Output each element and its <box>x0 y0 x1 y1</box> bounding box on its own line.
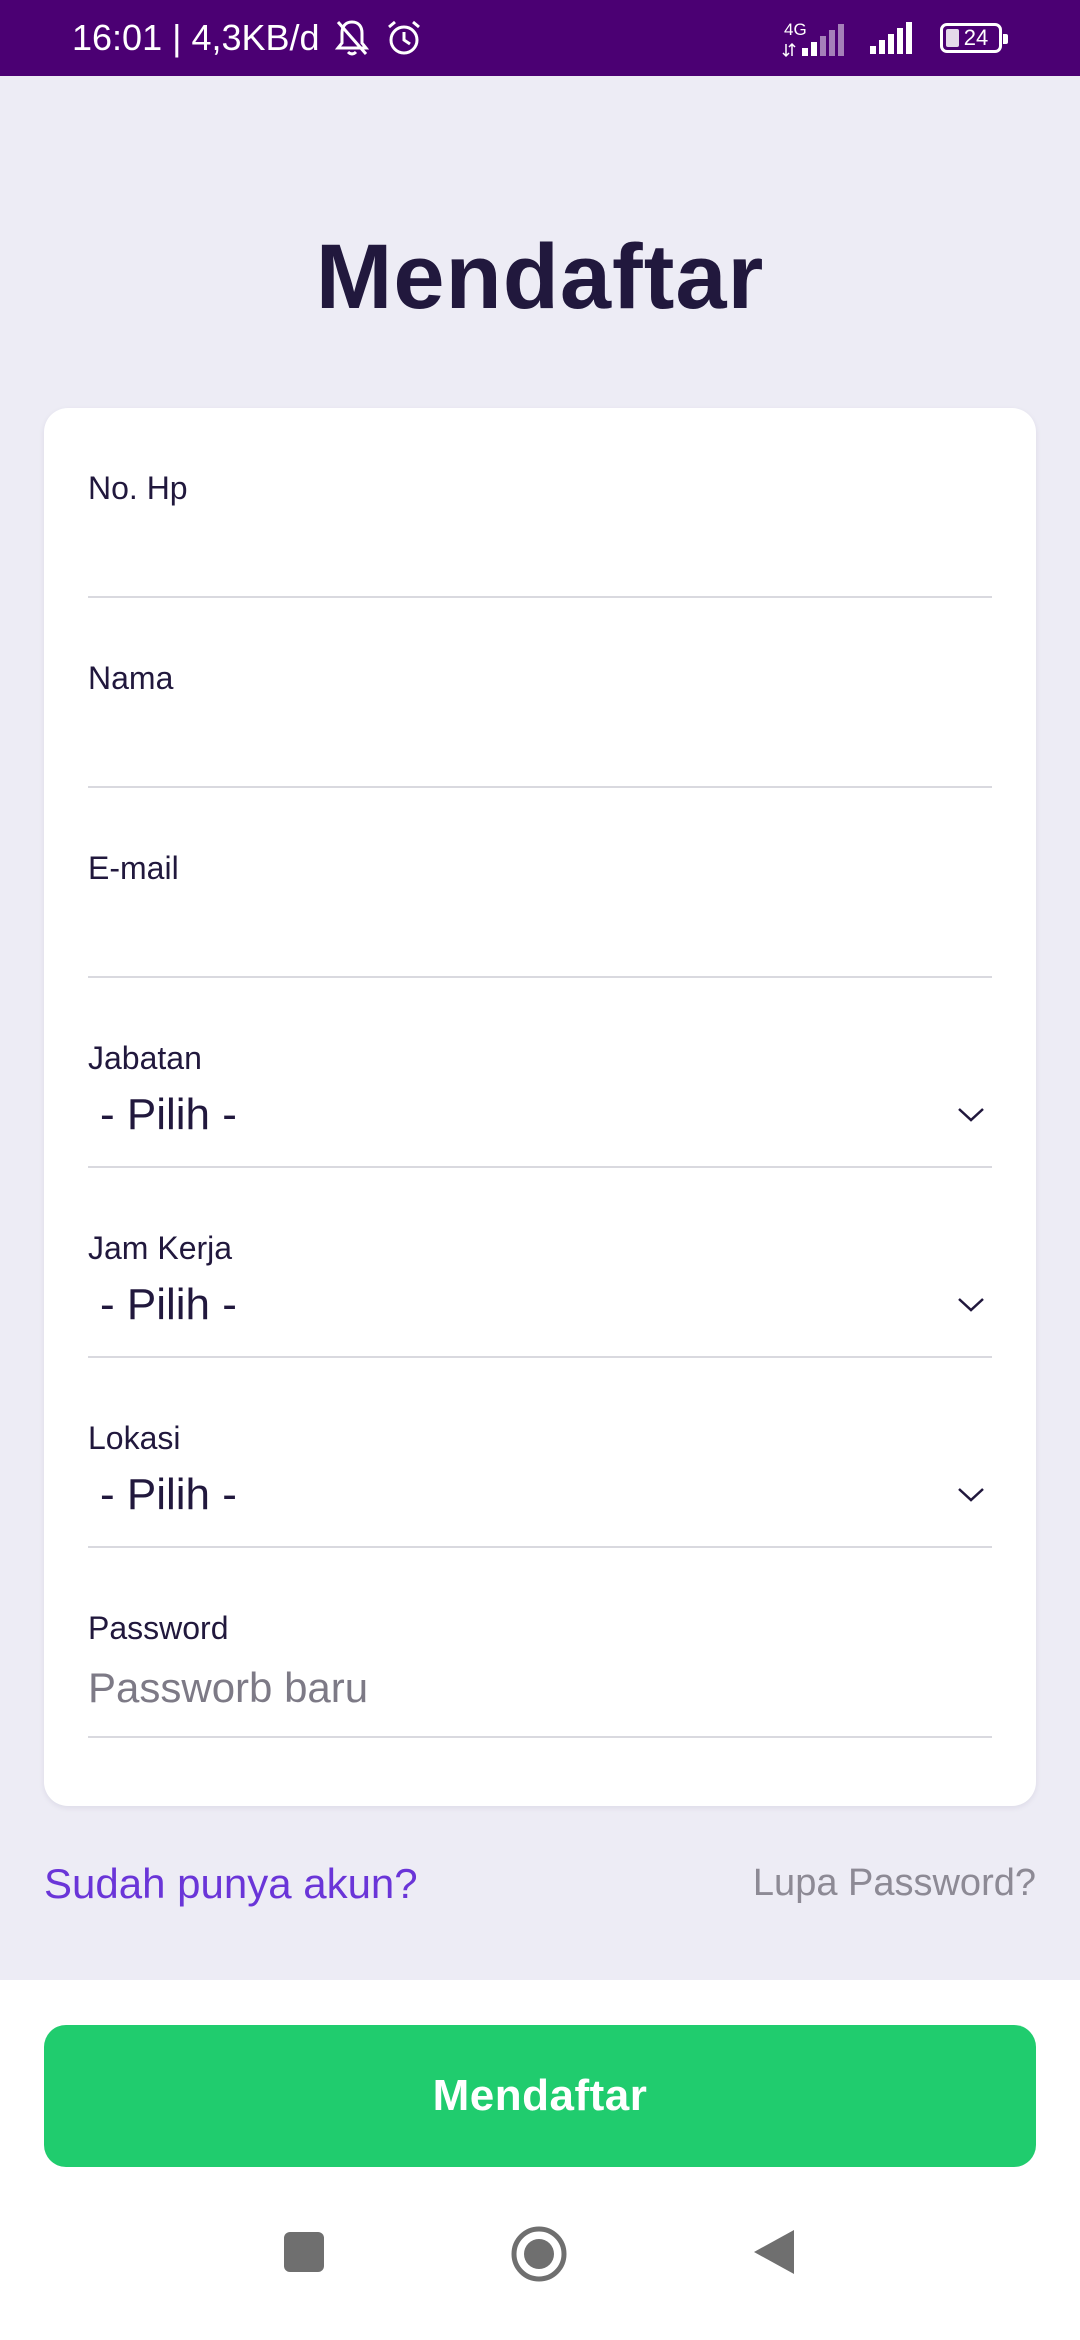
alarm-icon <box>384 18 424 58</box>
bell-muted-icon <box>334 18 370 58</box>
password-field: Password <box>88 1548 992 1738</box>
signal-4g-icon: 4G <box>782 18 846 58</box>
work-hours-select[interactable]: - Pilih - <box>100 1280 237 1330</box>
location-select[interactable]: - Pilih - <box>100 1470 237 1520</box>
email-field: E-mail <box>88 788 992 978</box>
status-separator: | <box>172 17 182 58</box>
name-label: Nama <box>88 660 174 696</box>
signal-icon <box>868 16 918 61</box>
battery-level: 24 <box>963 25 989 50</box>
work-hours-label: Jam Kerja <box>88 1230 233 1266</box>
status-left: 16:01 | 4,3KB/d <box>72 0 424 76</box>
registration-form-card: No. Hp Nama E-mail Jabatan - Pilih - Jam… <box>44 408 1036 1806</box>
auth-links: Sudah punya akun? Lupa Password? <box>44 1852 1036 1912</box>
clock: 16:01 <box>72 17 163 58</box>
chevron-down-icon[interactable] <box>956 1484 986 1504</box>
position-select[interactable]: - Pilih - <box>100 1090 237 1140</box>
phone-input[interactable] <box>88 518 992 578</box>
back-triangle-icon[interactable] <box>750 2226 800 2278</box>
phone-label: No. Hp <box>88 470 188 506</box>
net-speed: 4,3KB/d <box>191 17 320 58</box>
status-bar: 16:01 | 4,3KB/d 4G 24 <box>0 0 1080 76</box>
location-label: Lokasi <box>88 1420 181 1456</box>
chevron-down-icon[interactable] <box>956 1104 986 1124</box>
password-input[interactable] <box>88 1658 992 1718</box>
recents-square-icon[interactable] <box>280 2228 328 2276</box>
name-field: Nama <box>88 598 992 788</box>
email-label: E-mail <box>88 850 179 886</box>
battery-icon: 24 <box>940 23 1008 53</box>
location-field[interactable]: Lokasi - Pilih - <box>88 1358 992 1548</box>
home-circle-icon[interactable] <box>509 2224 569 2284</box>
position-label: Jabatan <box>88 1040 202 1076</box>
page-title: Mendaftar <box>315 226 765 328</box>
password-label: Password <box>88 1610 229 1646</box>
chevron-down-icon[interactable] <box>956 1294 986 1314</box>
login-link[interactable]: Sudah punya akun? <box>44 1860 418 1908</box>
bottom-area: Mendaftar <box>0 1980 1080 2340</box>
status-right: 4G 24 <box>782 0 1008 76</box>
email-input[interactable] <box>88 898 992 958</box>
register-button[interactable]: Mendaftar <box>44 2025 1036 2167</box>
work-hours-field[interactable]: Jam Kerja - Pilih - <box>88 1168 992 1358</box>
position-field[interactable]: Jabatan - Pilih - <box>88 978 992 1168</box>
phone-field: No. Hp <box>88 408 992 598</box>
system-nav-bar <box>0 2220 1080 2320</box>
name-input[interactable] <box>88 708 992 768</box>
forgot-password-link[interactable]: Lupa Password? <box>753 1862 1036 1905</box>
